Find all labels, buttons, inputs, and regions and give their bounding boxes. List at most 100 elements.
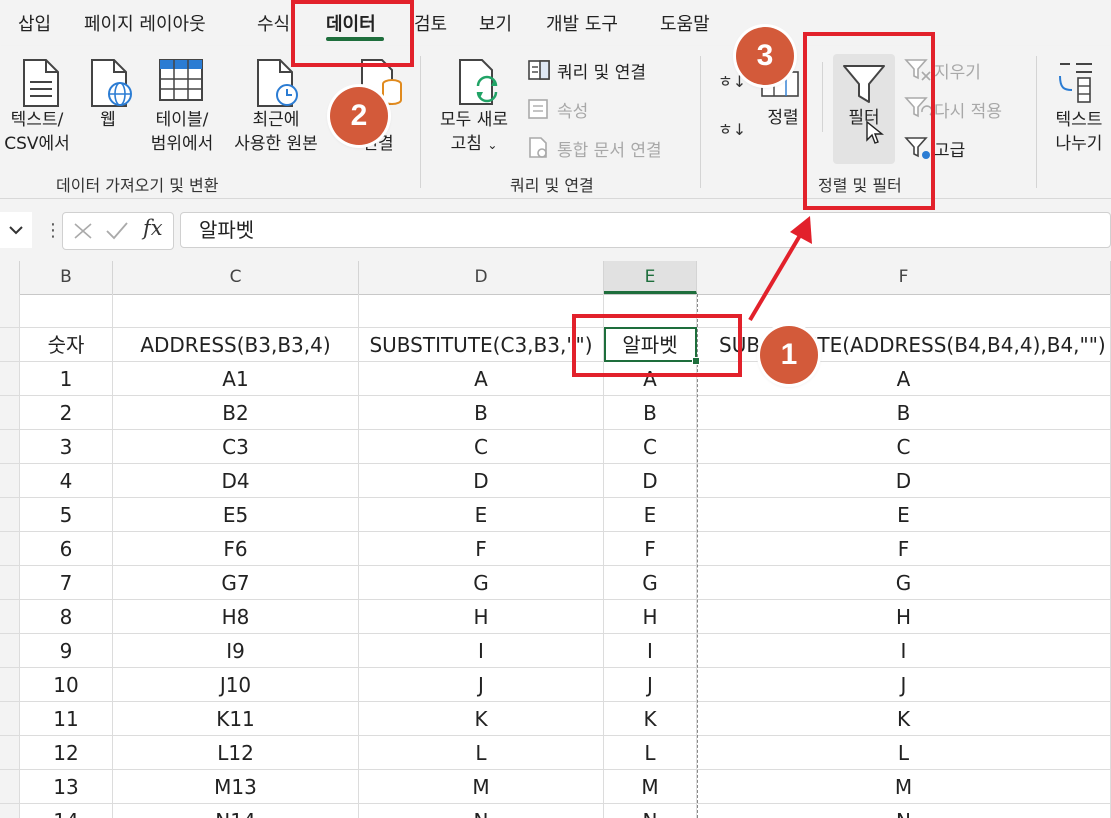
column-header-d[interactable]: D	[359, 261, 604, 294]
data-row-cell-b[interactable]: 12	[20, 736, 113, 770]
data-row-cell-f[interactable]: J	[697, 668, 1111, 702]
data-row-cell-c[interactable]: D4	[113, 464, 359, 498]
data-row-cell-e[interactable]: K	[604, 702, 697, 736]
data-row-cell-b[interactable]: 11	[20, 702, 113, 736]
data-row-cell-d[interactable]: B	[359, 396, 604, 430]
data-row-cell-e[interactable]: F	[604, 532, 697, 566]
column-header-b[interactable]: B	[20, 261, 113, 294]
data-row-cell-b[interactable]: 3	[20, 430, 113, 464]
tab-view[interactable]: 보기	[479, 10, 512, 36]
data-row-cell-e[interactable]: N	[604, 804, 697, 818]
empty-row-cell-b[interactable]	[20, 294, 113, 328]
data-row-cell-d[interactable]: G	[359, 566, 604, 600]
data-row-cell-f[interactable]: K	[697, 702, 1111, 736]
data-row-cell-e[interactable]: L	[604, 736, 697, 770]
data-row-cell-d[interactable]: K	[359, 702, 604, 736]
data-row-cell-c[interactable]: E5	[113, 498, 359, 532]
insert-function-icon[interactable]: fx	[143, 216, 163, 240]
row-header[interactable]	[0, 294, 20, 328]
data-row-cell-d[interactable]: D	[359, 464, 604, 498]
row-header[interactable]	[0, 362, 20, 396]
row-header[interactable]	[0, 464, 20, 498]
data-row-cell-b[interactable]: 7	[20, 566, 113, 600]
data-row-cell-c[interactable]: G7	[113, 566, 359, 600]
data-row-cell-b[interactable]: 8	[20, 600, 113, 634]
tab-review[interactable]: 검토	[414, 10, 447, 36]
tab-formulas[interactable]: 수식	[257, 10, 290, 36]
data-row-cell-b[interactable]: 14	[20, 804, 113, 818]
row-header[interactable]	[0, 770, 20, 804]
row-header[interactable]	[0, 804, 20, 818]
data-row-cell-e[interactable]: G	[604, 566, 697, 600]
tab-developer[interactable]: 개발 도구	[546, 10, 618, 36]
tab-insert[interactable]: 삽입	[18, 10, 51, 36]
data-row-cell-f[interactable]: M	[697, 770, 1111, 804]
column-header-c[interactable]: C	[113, 261, 359, 294]
data-row-cell-f[interactable]: L	[697, 736, 1111, 770]
row-header[interactable]	[0, 668, 20, 702]
header-row-cell-c[interactable]: ADDRESS(B3,B3,4)	[113, 328, 359, 362]
data-row-cell-c[interactable]: K11	[113, 702, 359, 736]
row-header[interactable]	[0, 566, 20, 600]
data-row-cell-c[interactable]: M13	[113, 770, 359, 804]
data-row-cell-e[interactable]: J	[604, 668, 697, 702]
data-row-cell-d[interactable]: L	[359, 736, 604, 770]
row-header[interactable]	[0, 498, 20, 532]
cancel-icon[interactable]	[73, 222, 93, 240]
data-row-cell-c[interactable]: L12	[113, 736, 359, 770]
data-row-cell-d[interactable]: C	[359, 430, 604, 464]
data-row-cell-b[interactable]: 13	[20, 770, 113, 804]
data-row-cell-e[interactable]: I	[604, 634, 697, 668]
column-header-e[interactable]: E	[604, 261, 697, 294]
data-row-cell-e[interactable]: M	[604, 770, 697, 804]
row-header[interactable]	[0, 702, 20, 736]
header-row-cell-d[interactable]: SUBSTITUTE(C3,B3,"")	[359, 328, 604, 362]
data-row-cell-d[interactable]: E	[359, 498, 604, 532]
row-header[interactable]	[0, 328, 20, 362]
row-header[interactable]	[0, 634, 20, 668]
data-row-cell-e[interactable]: H	[604, 600, 697, 634]
data-row-cell-c[interactable]: J10	[113, 668, 359, 702]
data-row-cell-e[interactable]: D	[604, 464, 697, 498]
spreadsheet-grid[interactable]: 숫자 ADDRESS(B3,B3,4) SUBSTITUTE(C3,B3,"") 알파…	[0, 294, 1111, 818]
data-row-cell-d[interactable]: M	[359, 770, 604, 804]
data-row-cell-d[interactable]: H	[359, 600, 604, 634]
row-header[interactable]	[0, 600, 20, 634]
data-row-cell-b[interactable]: 10	[20, 668, 113, 702]
data-row-cell-c[interactable]: H8	[113, 600, 359, 634]
empty-row-cell-c[interactable]	[113, 294, 359, 328]
data-row-cell-f[interactable]: H	[697, 600, 1111, 634]
row-header[interactable]	[0, 430, 20, 464]
data-row-cell-f[interactable]: F	[697, 532, 1111, 566]
row-header[interactable]	[0, 532, 20, 566]
data-row-cell-f[interactable]: I	[697, 634, 1111, 668]
data-row-cell-b[interactable]: 5	[20, 498, 113, 532]
data-row-cell-e[interactable]: E	[604, 498, 697, 532]
data-row-cell-b[interactable]: 2	[20, 396, 113, 430]
data-row-cell-f[interactable]: D	[697, 464, 1111, 498]
row-header[interactable]	[0, 736, 20, 770]
data-row-cell-f[interactable]: B	[697, 396, 1111, 430]
data-row-cell-d[interactable]: J	[359, 668, 604, 702]
data-row-cell-e[interactable]: B	[604, 396, 697, 430]
data-row-cell-f[interactable]: E	[697, 498, 1111, 532]
data-row-cell-c[interactable]: A1	[113, 362, 359, 396]
data-row-cell-e[interactable]: C	[604, 430, 697, 464]
data-row-cell-b[interactable]: 6	[20, 532, 113, 566]
data-row-cell-d[interactable]: F	[359, 532, 604, 566]
empty-row-cell-d[interactable]	[359, 294, 604, 328]
data-row-cell-f[interactable]: G	[697, 566, 1111, 600]
data-row-cell-b[interactable]: 4	[20, 464, 113, 498]
header-row-cell-b[interactable]: 숫자	[20, 328, 113, 362]
tab-page-layout[interactable]: 페이지 레이아웃	[84, 10, 206, 36]
data-row-cell-c[interactable]: C3	[113, 430, 359, 464]
formula-input[interactable]: 알파벳	[180, 212, 1111, 248]
enter-check-icon[interactable]	[105, 221, 129, 241]
data-row-cell-b[interactable]: 9	[20, 634, 113, 668]
tab-help[interactable]: 도움말	[660, 10, 710, 36]
data-row-cell-b[interactable]: 1	[20, 362, 113, 396]
data-row-cell-d[interactable]: N	[359, 804, 604, 818]
data-row-cell-c[interactable]: N14	[113, 804, 359, 818]
data-row-cell-c[interactable]: B2	[113, 396, 359, 430]
row-header[interactable]	[0, 396, 20, 430]
